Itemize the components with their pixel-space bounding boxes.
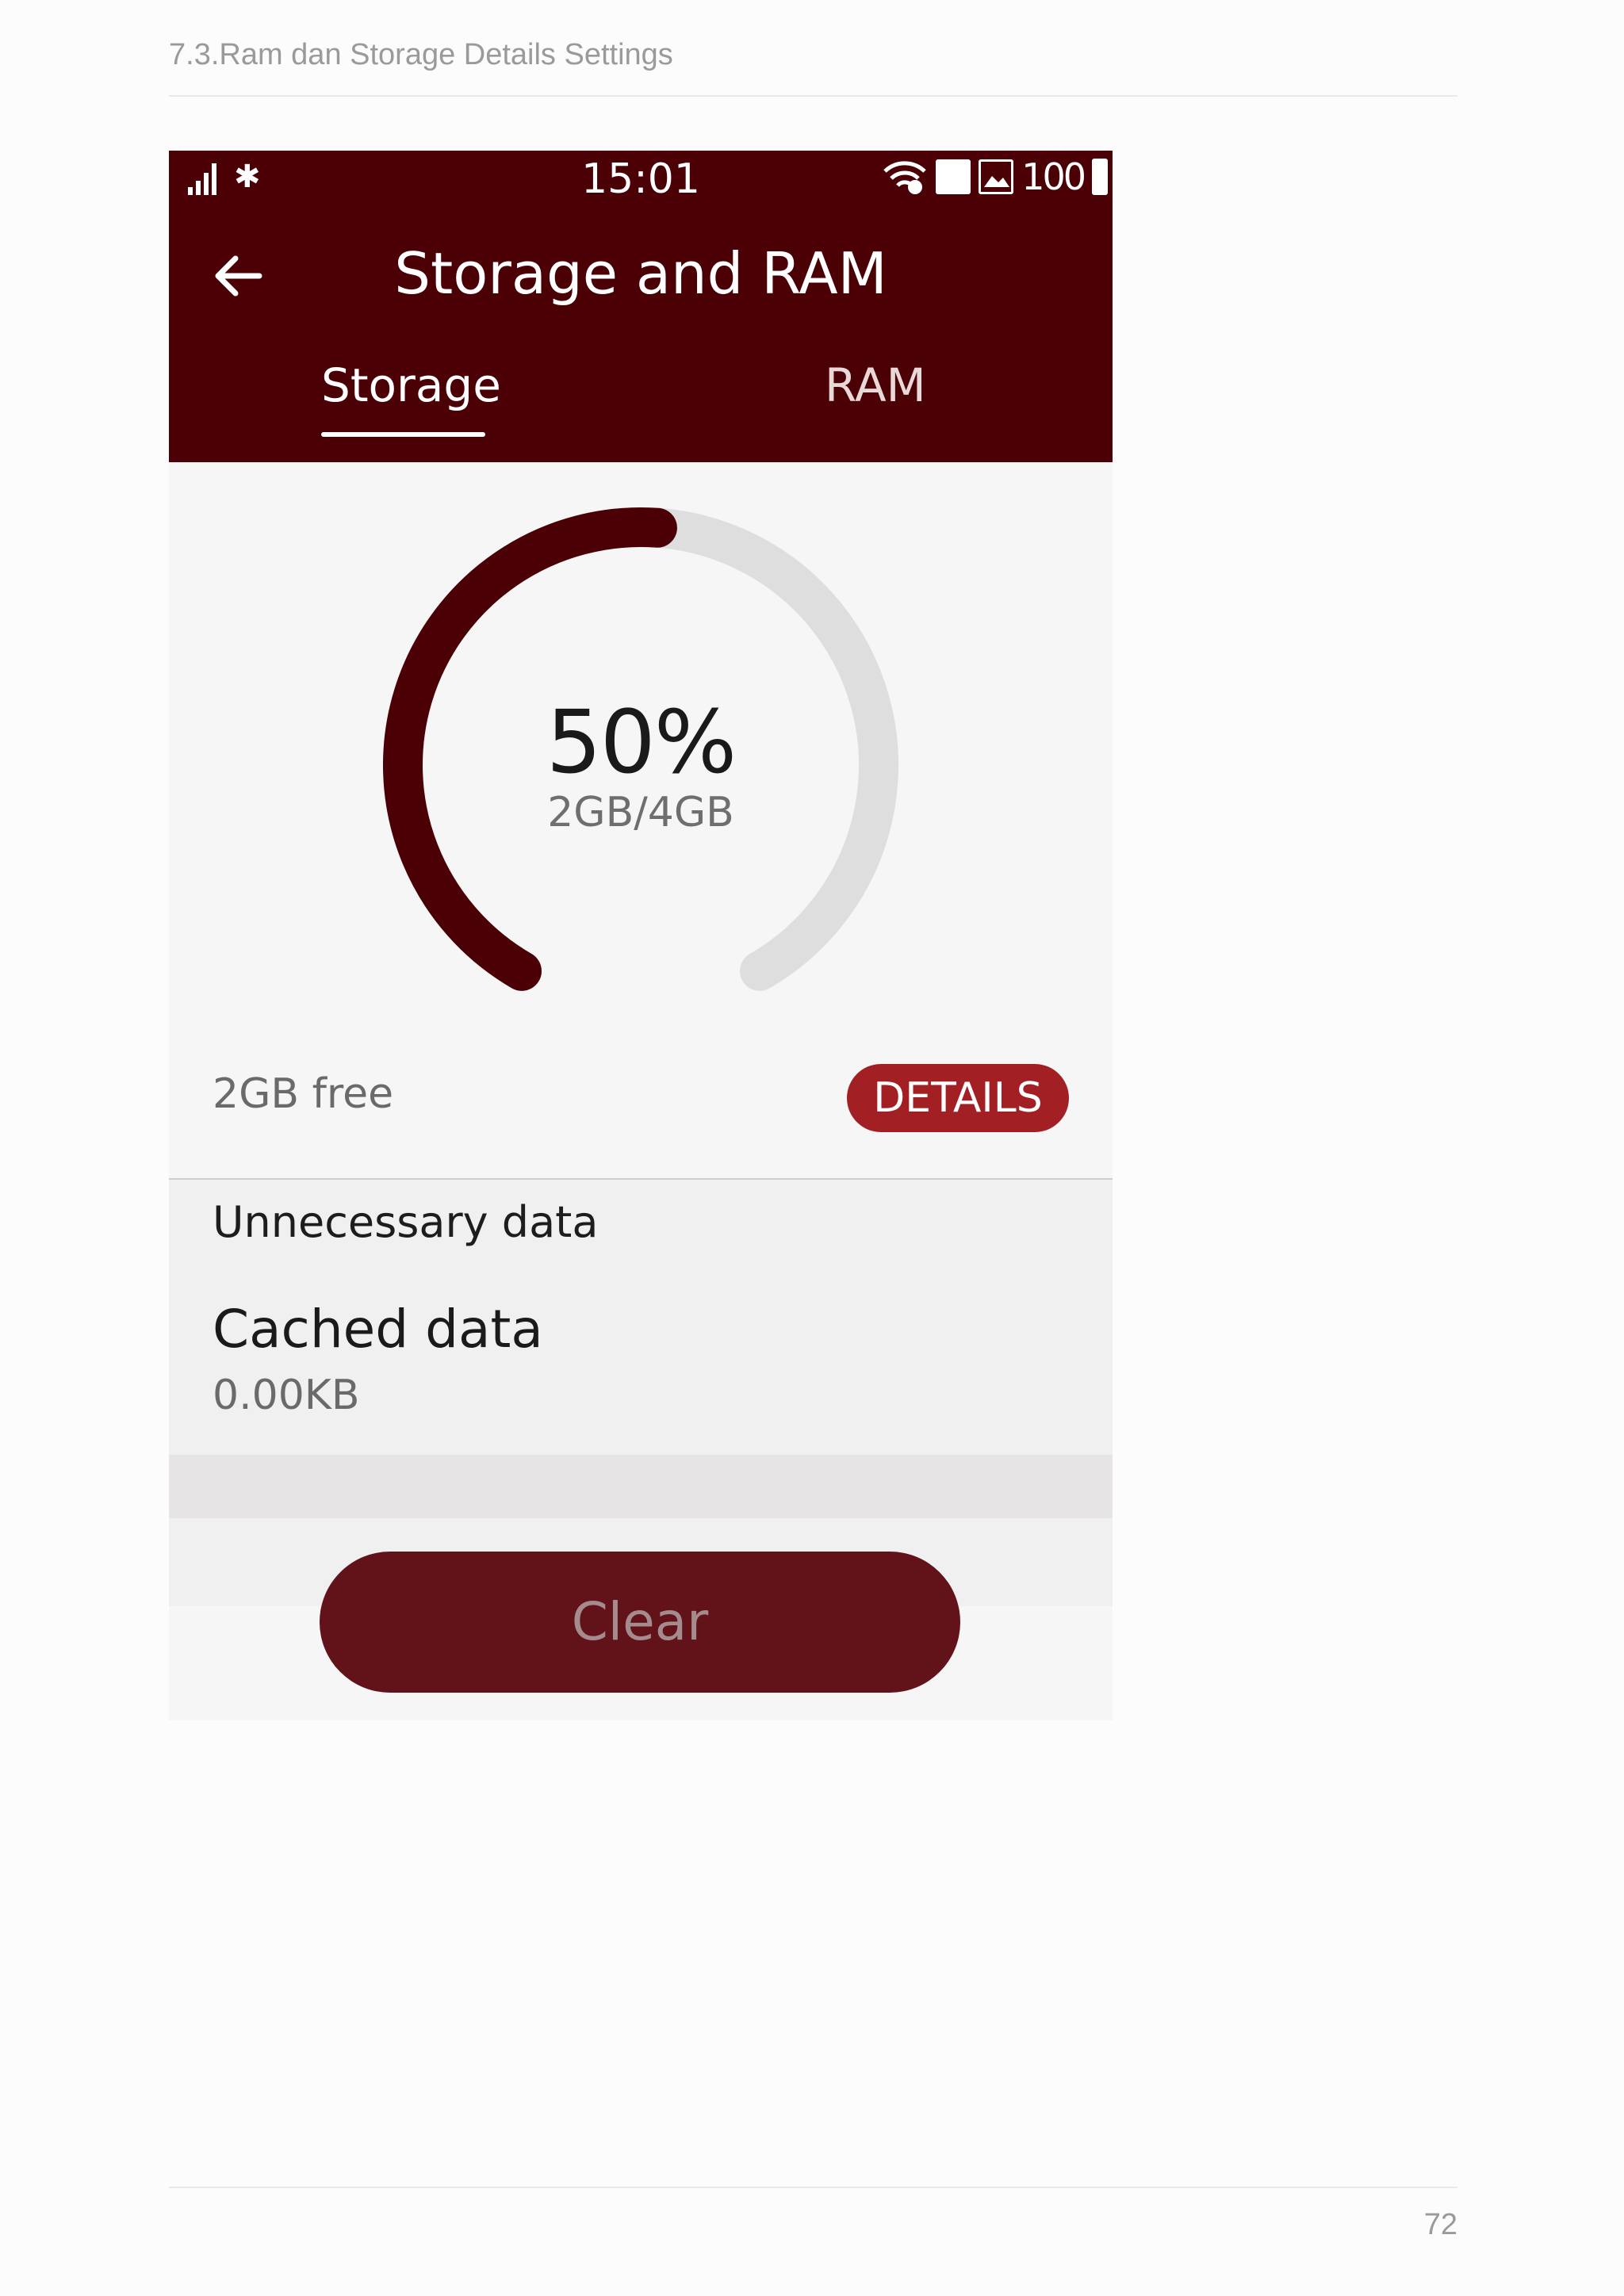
cached-data-value: 0.00KB [213, 1372, 360, 1419]
cached-data-title[interactable]: Cached data [213, 1299, 543, 1360]
page-title: Storage and RAM [394, 240, 887, 307]
tab-storage[interactable]: Storage [321, 358, 501, 412]
app-bar: ✱ 15:01 100 Storage and RAM Storage RAM [169, 151, 1113, 462]
battery-icon [1092, 159, 1108, 195]
footer-divider [169, 2187, 1457, 2188]
phone-screen: ✱ 15:01 100 Storage and RAM Storage RAM … [169, 151, 1113, 1720]
document-header: 7.3.Ram dan Storage Details Settings [169, 38, 673, 71]
details-button[interactable]: DETAILS [847, 1064, 1069, 1132]
wifi-icon [883, 161, 926, 194]
page-number: 72 [1423, 2208, 1457, 2241]
battery-level: 100 [1021, 155, 1086, 198]
clear-button[interactable]: Clear [320, 1552, 960, 1693]
free-space-label: 2GB free [213, 1070, 394, 1118]
storage-usage: 2GB/4GB [547, 789, 734, 836]
storage-percent: 50% [546, 691, 737, 793]
usb-icon [936, 159, 971, 194]
section-spacer [169, 1455, 1113, 1518]
tab-storage-indicator [321, 432, 485, 437]
tab-ram[interactable]: RAM [825, 358, 926, 412]
header-divider [169, 95, 1457, 97]
status-bar: ✱ 15:01 100 [169, 151, 1113, 206]
status-icons: 100 [882, 155, 1108, 198]
section-title: Unnecessary data [213, 1197, 599, 1247]
image-icon [979, 159, 1014, 194]
